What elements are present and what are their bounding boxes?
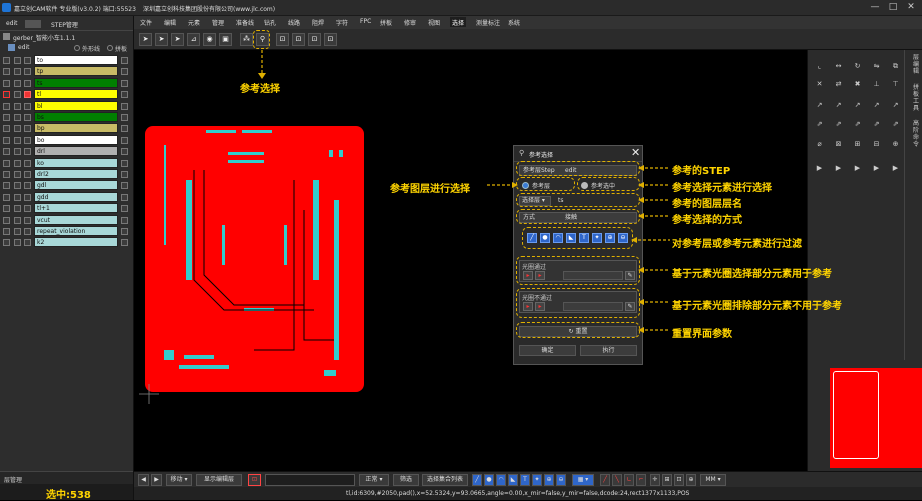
unit-select[interactable]: MM ▾ — [700, 474, 726, 486]
bottom-toolbar: ◀ ▶ 移动 ▾ 显示编辑层 ⊡ 正常 ▾ 筛选 选择集合列表 ╱ ● ◠ ◣ … — [134, 471, 922, 487]
bottom-filter-text-icon[interactable]: T — [520, 474, 530, 486]
grid-select-icon[interactable]: ▦ ▾ — [572, 474, 594, 486]
annotation-reset: 重置界面参数 — [672, 329, 732, 340]
measure-point-icon[interactable]: ╲ — [612, 474, 622, 486]
bottom-filter-surface-icon[interactable]: ◣ — [508, 474, 518, 486]
fill-mode-select[interactable]: 正常 ▾ — [359, 474, 389, 486]
bottom-filter-line-icon[interactable]: ╱ — [472, 474, 482, 486]
command-input[interactable] — [265, 474, 355, 486]
annotation-ref-select: 参考选择 — [240, 84, 280, 95]
arrowhead — [638, 165, 644, 171]
measure-line-icon[interactable]: ╱ — [600, 474, 610, 486]
display-edit-layer-button[interactable]: 显示编辑层 — [196, 474, 242, 486]
annotation-exclude: 基于元素光圈排除部分元素不用于参考 — [672, 301, 842, 312]
fill-mode-value: 正常 — [365, 476, 378, 483]
annotation-ref-step: 参考的STEP — [672, 166, 731, 177]
status-bar: tl,id:6309,#2050,pad(),x=52.5324,y=93.06… — [134, 487, 922, 500]
annotation-layer-name: 参考的图层层名 — [672, 199, 742, 210]
arrowhead — [638, 299, 644, 305]
arrowhead — [638, 327, 644, 333]
next-icon[interactable]: ▶ — [151, 474, 162, 486]
annotation-method: 参考选择的方式 — [672, 215, 742, 226]
bottom-filter-pad-icon[interactable]: ● — [484, 474, 494, 486]
arrowhead — [258, 73, 266, 79]
mode-select[interactable]: 移动 ▾ — [166, 474, 192, 486]
arrowhead — [512, 182, 518, 188]
annotation-include: 基于元素光圈选择部分元素用于参考 — [672, 269, 832, 280]
status-text: tl,id:6309,#2050,pad(),x=52.5324,y=93.06… — [346, 490, 690, 497]
bottom-filter-positive-icon[interactable]: ⊕ — [544, 474, 554, 486]
snap-icon[interactable]: ✛ — [650, 474, 660, 486]
arrowhead — [638, 182, 644, 188]
filter-button[interactable]: 筛选 — [393, 474, 419, 486]
zoom-in-icon[interactable]: ⊕ — [686, 474, 696, 486]
annotation-element-select: 参考选择元素进行选择 — [672, 183, 772, 194]
bottom-filter-symbol-icon[interactable]: ✦ — [532, 474, 542, 486]
zoom-fit-icon[interactable]: ⊡ — [674, 474, 684, 486]
snap-grid-icon[interactable]: ⊞ — [662, 474, 672, 486]
bottom-filter-negative-icon[interactable]: ⊖ — [556, 474, 566, 486]
select-set-list-button[interactable]: 选择集合列表 — [422, 474, 468, 486]
arrowhead — [638, 197, 644, 203]
arrowhead — [638, 267, 644, 273]
arrowhead — [638, 213, 644, 219]
annotation-filter: 对参考层或参考元素进行过滤 — [672, 239, 802, 250]
arrowhead — [631, 237, 637, 243]
focus-icon[interactable]: ⊡ — [248, 474, 261, 486]
unit-value: MM — [705, 476, 716, 483]
mode-select-value: 移动 — [170, 476, 183, 483]
measure-angle-icon[interactable]: ∟ — [624, 474, 634, 486]
annotation-arrows — [258, 50, 670, 333]
measure-edge-icon[interactable]: ⌐ — [636, 474, 646, 486]
bottom-filter-arc-icon[interactable]: ◠ — [496, 474, 506, 486]
prev-icon[interactable]: ◀ — [138, 474, 149, 486]
annotation-layer-select: 参考图层进行选择 — [390, 184, 470, 195]
